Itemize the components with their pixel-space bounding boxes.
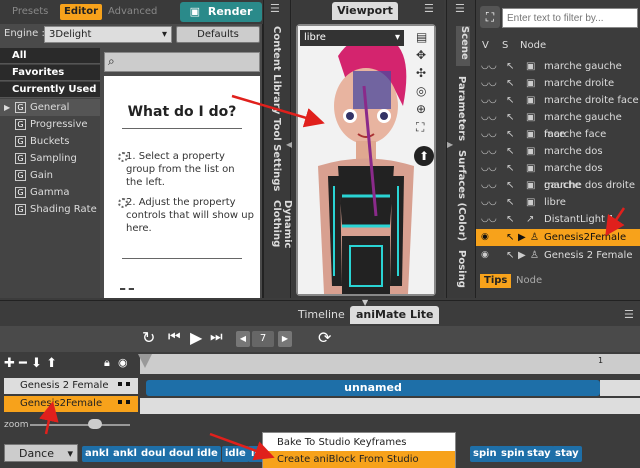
annotation-arrows <box>39 94 626 461</box>
arrow-to-figure <box>231 94 325 128</box>
daz-studio-window: Presets Editor Advanced ▣ Render Engine … <box>0 0 640 468</box>
arrow-to-menu-item <box>209 432 275 461</box>
arrow-to-track <box>39 401 59 435</box>
arrow-to-selected-node <box>605 207 626 237</box>
